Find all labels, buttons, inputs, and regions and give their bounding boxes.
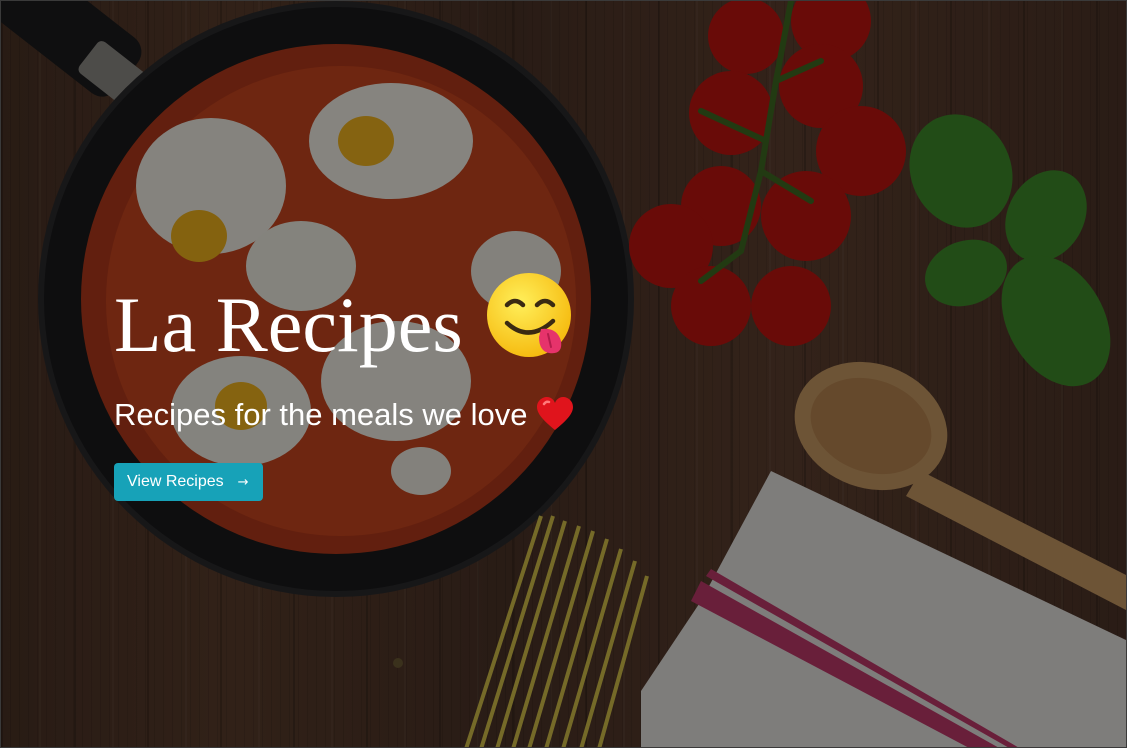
page-subtitle: Recipes for the meals we love xyxy=(114,395,577,441)
hero-content: La Recipes Recipes for the meals we love… xyxy=(114,271,577,501)
page-title: La Recipes xyxy=(114,271,577,381)
title-text: La Recipes xyxy=(114,281,463,368)
subtitle-text: Recipes for the meals we love xyxy=(114,397,528,432)
view-recipes-button[interactable]: View Recipes → xyxy=(114,463,263,501)
red-heart-icon xyxy=(536,397,574,441)
view-recipes-label: View Recipes xyxy=(127,473,224,490)
right-arrow-icon: → xyxy=(237,474,249,490)
savoring-food-face-emoji-icon xyxy=(485,271,577,381)
hero-section: La Recipes Recipes for the meals we love… xyxy=(0,0,1127,748)
